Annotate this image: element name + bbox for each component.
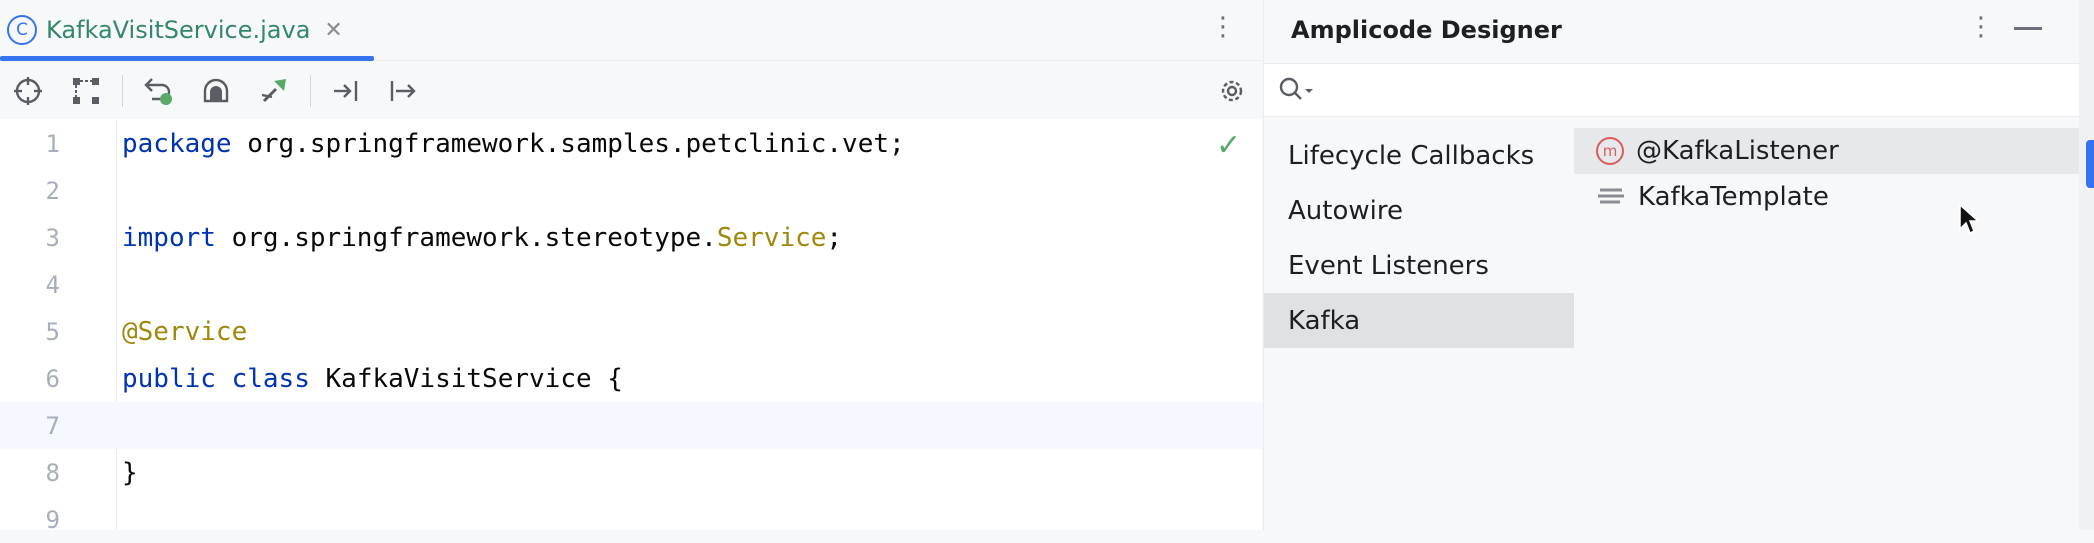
tab-title: KafkaVisitService.java: [46, 16, 311, 44]
palette-item[interactable]: m @KafkaListener: [1574, 128, 2079, 174]
category-item[interactable]: Autowire: [1264, 183, 1574, 238]
code-token: KafkaVisitService {: [309, 364, 623, 394]
code-line[interactable]: 8}: [0, 449, 1262, 496]
editor-tab-bar: C KafkaVisitService.java ✕ ⋮: [0, 0, 1262, 61]
category-item[interactable]: Lifecycle Callbacks: [1264, 128, 1574, 183]
rollback-icon[interactable]: [140, 73, 176, 109]
method-m-icon: m: [1596, 137, 1624, 165]
mouse-cursor-icon: [1959, 203, 1980, 235]
code-token: class: [231, 364, 310, 394]
editor-tab[interactable]: C KafkaVisitService.java ✕: [0, 0, 374, 61]
line-number: 6: [45, 365, 60, 393]
code-line[interactable]: 2: [0, 167, 1262, 214]
code-token: @Service: [122, 317, 248, 347]
scrollbar[interactable]: [2079, 0, 2094, 530]
code-token: package: [122, 129, 232, 159]
code-token: import: [122, 223, 216, 253]
code-token: org.springframework.stereotype.: [215, 223, 717, 253]
side-tab-indicator[interactable]: [2086, 140, 2094, 188]
line-number: 8: [45, 459, 60, 487]
designer-header: Amplicode Designer ⋮: [1264, 0, 2094, 60]
code-token: ;: [826, 223, 843, 253]
arrow-from-line-icon[interactable]: [384, 73, 420, 109]
minimize-icon[interactable]: [2014, 27, 2042, 30]
shield-icon[interactable]: [198, 73, 234, 109]
palette-item-label: @KafkaListener: [1636, 136, 1839, 166]
code-text: import org.springframework.stereotype.Se…: [122, 223, 842, 253]
crosshair-icon[interactable]: [10, 73, 46, 109]
check-icon: ✓: [1216, 128, 1242, 163]
code-line[interactable]: 6 public class KafkaVisitService {: [0, 355, 1262, 402]
code-line[interactable]: 5 @Service: [0, 308, 1262, 355]
class-c-icon: C: [7, 15, 37, 45]
toolbar-separator: [310, 75, 311, 107]
palette-item[interactable]: KafkaTemplate: [1574, 174, 2079, 220]
code-text: public class KafkaVisitService {: [122, 364, 623, 394]
code-text: @Service: [122, 317, 247, 347]
search-icon[interactable]: [1278, 76, 1318, 104]
close-icon[interactable]: ✕: [324, 18, 342, 43]
code-text: package org.springframework.samples.petc…: [122, 129, 905, 159]
line-number: 5: [45, 318, 60, 346]
code-text: }: [122, 458, 138, 488]
category-item[interactable]: Event Listeners: [1264, 238, 1574, 293]
code-token: public: [122, 364, 216, 394]
template-icon: [1598, 188, 1624, 204]
editor-pane: C KafkaVisitService.java ✕ ⋮ 1 package o…: [0, 0, 1262, 534]
palette-item-label: KafkaTemplate: [1638, 182, 1829, 212]
code-token: org.springframework.samples.petclinic.ve…: [231, 129, 905, 159]
code-line[interactable]: 4: [0, 261, 1262, 308]
code-area[interactable]: 1 package org.springframework.samples.pet…: [0, 120, 1262, 543]
code-line[interactable]: 9: [0, 496, 1262, 543]
search-bar: [1264, 63, 2079, 117]
brush-icon[interactable]: [256, 73, 292, 109]
code-line[interactable]: 7: [0, 402, 1262, 449]
code-token: }: [122, 458, 138, 488]
gear-icon[interactable]: [1214, 73, 1250, 109]
line-number: 2: [45, 177, 60, 205]
arrow-to-line-icon[interactable]: [328, 73, 364, 109]
code-line[interactable]: 3 import org.springframework.stereotype.S…: [0, 214, 1262, 261]
line-number: 7: [45, 412, 60, 440]
line-number: 3: [45, 224, 60, 252]
hierarchy-icon[interactable]: [68, 73, 104, 109]
line-number: 4: [45, 271, 60, 299]
item-list: m @KafkaListener KafkaTemplate: [1574, 128, 2079, 220]
code-line[interactable]: 1 package org.springframework.samples.pet…: [0, 120, 1262, 167]
search-input[interactable]: [1324, 72, 2068, 108]
designer-toolbar: [0, 61, 1262, 119]
category-list: Lifecycle Callbacks Autowire Event Listene…: [1264, 128, 1574, 348]
panel-title: Amplicode Designer: [1291, 16, 1562, 44]
toolbar-separator: [122, 75, 123, 107]
code-token: Service: [716, 223, 827, 253]
amplicode-designer-panel: Amplicode Designer ⋮ Lifecycle Callbacks…: [1263, 0, 2094, 530]
more-options-icon[interactable]: ⋮: [1968, 12, 1994, 42]
category-item[interactable]: Kafka: [1264, 293, 1574, 348]
more-options-icon[interactable]: ⋮: [1210, 12, 1236, 42]
line-number: 1: [45, 130, 60, 158]
